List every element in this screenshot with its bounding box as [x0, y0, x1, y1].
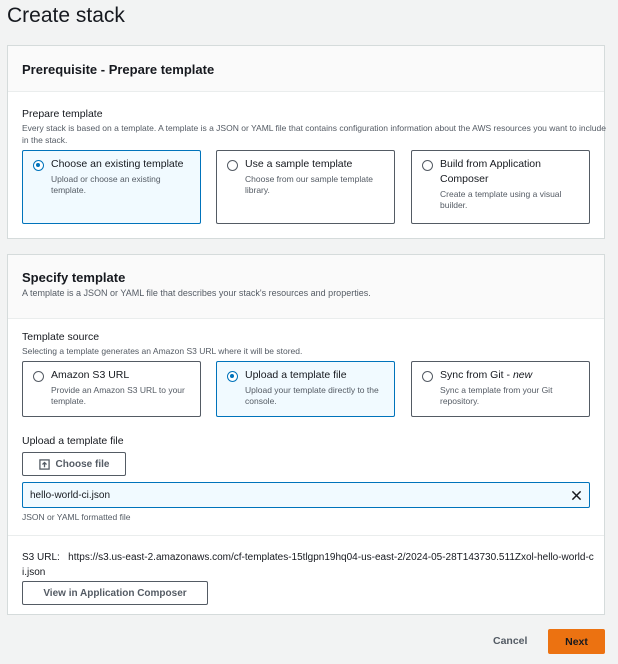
view-in-composer-button[interactable]: View in Application Composer: [22, 581, 208, 605]
s3-url-text: S3 URL: https://s3.us-east-2.amazonaws.c…: [22, 550, 597, 580]
radio-upload-file[interactable]: [227, 371, 238, 382]
radio-sync-git[interactable]: [422, 371, 433, 382]
tile-title: Sync from Git - new: [440, 368, 581, 383]
tile-desc: Create a template using a visual builder…: [440, 189, 562, 210]
tile-desc: Provide an Amazon S3 URL to your templat…: [51, 385, 185, 406]
tile-desc: Sync a template from your Git repository…: [440, 385, 553, 406]
template-source-label: Template source: [22, 331, 100, 343]
s3-url-value: https://s3.us-east-2.amazonaws.com/cf-te…: [22, 552, 594, 578]
s3-url-label: S3 URL:: [22, 552, 60, 563]
tile-desc: Choose from our sample template library.: [245, 174, 374, 195]
choose-file-label: Choose file: [55, 458, 110, 470]
prepare-template-desc: Every stack is based on a template. A te…: [22, 123, 606, 145]
prerequisite-header: Prerequisite - Prepare template: [8, 46, 604, 92]
specify-title: Specify template: [22, 270, 126, 285]
tile-upload-template-file[interactable]: Upload a template file Upload your templ…: [216, 361, 395, 417]
selected-file-name: hello-world-ci.json: [30, 489, 111, 501]
radio-choose-existing[interactable]: [33, 160, 44, 171]
tile-desc: Upload your template directly to the con…: [245, 385, 379, 406]
tile-title: Use a sample template: [245, 158, 353, 170]
specify-header: Specify template A template is a JSON or…: [8, 255, 604, 319]
template-source-desc: Selecting a template generates an Amazon…: [22, 346, 303, 356]
tile-choose-existing-template[interactable]: Choose an existing template Upload or ch…: [22, 150, 201, 224]
radio-use-sample[interactable]: [227, 160, 238, 171]
tile-title: Upload a template file: [245, 369, 347, 381]
tile-use-sample-template[interactable]: Use a sample template Choose from our sa…: [216, 150, 395, 224]
file-format-hint: JSON or YAML formatted file: [22, 512, 131, 522]
tile-title: Amazon S3 URL: [51, 369, 130, 381]
upload-file-label: Upload a template file: [22, 435, 124, 447]
close-icon[interactable]: [571, 490, 582, 501]
tile-desc: Upload or choose an existing template.: [51, 174, 161, 195]
tile-title: Choose an existing template: [51, 158, 184, 170]
new-tag: new: [512, 369, 533, 381]
tile-sync-from-git[interactable]: Sync from Git - new Sync a template from…: [411, 361, 590, 417]
upload-icon: [38, 458, 50, 470]
specify-template-panel: Specify template A template is a JSON or…: [7, 254, 605, 615]
prepare-template-label: Prepare template: [22, 108, 103, 120]
radio-amazon-s3[interactable]: [33, 371, 44, 382]
choose-file-button[interactable]: Choose file: [22, 452, 126, 476]
page-title: Create stack: [7, 4, 125, 27]
tile-amazon-s3-url[interactable]: Amazon S3 URL Provide an Amazon S3 URL t…: [22, 361, 201, 417]
radio-build-composer[interactable]: [422, 160, 433, 171]
divider: [8, 535, 604, 536]
selected-file-field[interactable]: hello-world-ci.json: [22, 482, 590, 508]
specify-desc: A template is a JSON or YAML file that d…: [22, 288, 371, 298]
prerequisite-panel: Prerequisite - Prepare template Prepare …: [7, 45, 606, 239]
next-button[interactable]: Next: [548, 629, 605, 654]
tile-title: Build from Application Composer: [440, 158, 541, 185]
tile-title-text: Sync from Git -: [440, 369, 513, 381]
tile-build-from-composer[interactable]: Build from Application Composer Create a…: [411, 150, 590, 224]
prerequisite-title: Prerequisite - Prepare template: [22, 62, 215, 77]
cancel-button[interactable]: Cancel: [493, 635, 527, 647]
view-in-composer-label: View in Application Composer: [43, 587, 187, 599]
